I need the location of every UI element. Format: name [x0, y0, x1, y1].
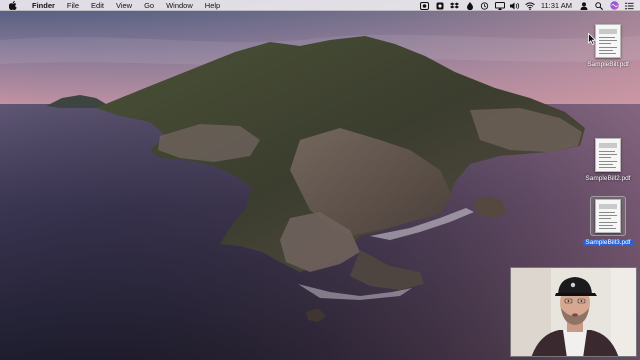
menu-edit[interactable]: Edit	[85, 0, 110, 11]
file-name-label: SampleBill.pdf	[587, 61, 629, 68]
mouse-pointer-icon	[588, 33, 596, 45]
pdf-document-icon	[595, 138, 621, 172]
file-name-label: SampleBill2.pdf	[585, 175, 631, 182]
apple-icon[interactable]	[8, 0, 18, 10]
status-menu-area: 11:31 AM	[415, 0, 634, 11]
app-menu-finder[interactable]: Finder	[26, 0, 61, 11]
security-icon[interactable]	[435, 1, 445, 10]
siri-icon[interactable]	[609, 1, 619, 10]
menu-window[interactable]: Window	[160, 0, 199, 11]
pdf-thumbnail	[595, 138, 621, 172]
menu-bar-clock[interactable]: 11:31 AM	[541, 1, 572, 10]
pdf-document-icon	[595, 24, 621, 58]
pdf-document-icon	[595, 199, 621, 233]
desktop-file-samplebill[interactable]: SampleBill.pdf	[578, 24, 638, 68]
menu-view[interactable]: View	[110, 0, 138, 11]
droplet-icon[interactable]	[465, 1, 475, 10]
pdf-thumbnail-selected	[590, 196, 626, 236]
notification-center-icon[interactable]	[624, 1, 634, 10]
volume-icon[interactable]	[509, 1, 520, 10]
user-icon[interactable]	[579, 1, 589, 10]
desktop-file-samplebill3[interactable]: SampleBill3.pdf	[578, 196, 638, 246]
menu-go[interactable]: Go	[138, 0, 160, 11]
menu-help[interactable]: Help	[199, 0, 226, 11]
airplay-icon[interactable]	[494, 1, 505, 10]
recording-icon[interactable]	[420, 1, 430, 10]
file-name-label-selected: SampleBill3.pdf	[583, 239, 633, 246]
spotlight-icon[interactable]	[594, 1, 604, 10]
pdf-thumbnail	[595, 24, 621, 58]
time-machine-icon[interactable]	[480, 1, 490, 10]
menu-bar: Finder File Edit View Go Window Help 11:…	[0, 0, 640, 11]
wifi-icon[interactable]	[525, 1, 535, 10]
menu-file[interactable]: File	[61, 0, 85, 11]
presenter-video-image	[511, 268, 636, 356]
dropbox-icon[interactable]	[450, 1, 460, 10]
desktop-file-samplebill2[interactable]: SampleBill2.pdf	[578, 138, 638, 182]
webcam-overlay	[510, 267, 637, 357]
